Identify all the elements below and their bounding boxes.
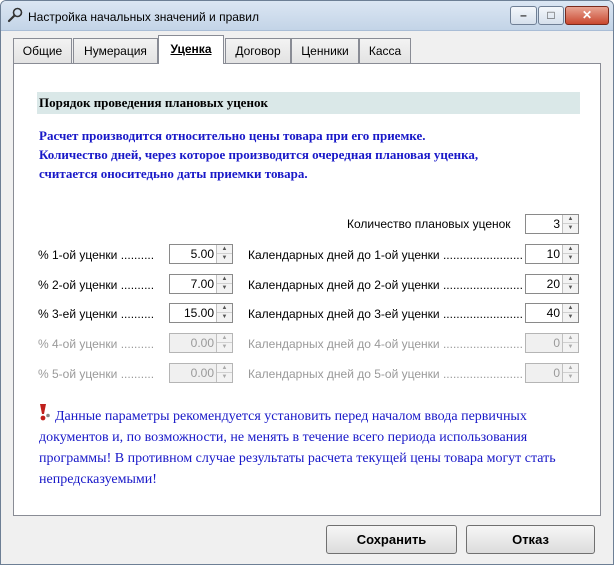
spin-up-icon: ▲ — [217, 364, 232, 373]
info-text: Расчет производится относительно цены то… — [39, 126, 584, 183]
markdown-2-percent-spinner[interactable]: 7.00 ▲ ▼ — [169, 274, 233, 294]
spin-up-icon[interactable]: ▲ — [563, 245, 578, 254]
spin-down-icon[interactable]: ▼ — [563, 254, 578, 263]
days-2-value: 20 — [546, 277, 560, 291]
days-5-label: Календарных дней до 5-ой уценки ........… — [248, 367, 523, 381]
tab-contract[interactable]: Договор — [225, 38, 291, 63]
spin-down-icon[interactable]: ▼ — [563, 313, 578, 322]
spin-up-icon: ▲ — [563, 334, 578, 343]
markdown-3-percent-spinner[interactable]: 15.00 ▲ ▼ — [169, 303, 233, 323]
markdown-2-percent-value: 7.00 — [190, 277, 214, 291]
markdown-1-percent-value: 5.00 — [190, 247, 214, 261]
days-1-spinner[interactable]: 10 ▲ ▼ — [525, 244, 579, 264]
count-spinner[interactable]: 3 ▲ ▼ — [525, 214, 579, 234]
markdown-1-label: % 1-ой уценки .......... — [38, 248, 155, 262]
tab-label: Договор — [235, 44, 281, 58]
days-4-label: Календарных дней до 4-ой уценки ........… — [248, 337, 523, 351]
days-4-spinner: 0 ▲ ▼ — [525, 333, 579, 353]
markdown-4-label: % 4-ой уценки .......... — [38, 337, 155, 351]
spin-down-icon[interactable]: ▼ — [217, 313, 232, 322]
spin-down-icon[interactable]: ▼ — [217, 254, 232, 263]
maximize-button[interactable]: □ — [538, 6, 564, 25]
tab-general[interactable]: Общие — [13, 38, 72, 63]
info-line: Расчет производится относительно цены то… — [39, 128, 426, 143]
spin-down-icon[interactable]: ▼ — [563, 224, 578, 233]
section-heading: Порядок проведения плановых уценок — [37, 92, 580, 114]
spin-down-icon[interactable]: ▼ — [563, 284, 578, 293]
spin-up-icon[interactable]: ▲ — [217, 275, 232, 284]
markdown-3-label: % 3-ей уценки .......... — [38, 307, 155, 321]
markdown-4-percent-value: 0.00 — [190, 336, 214, 350]
days-4-value: 0 — [553, 336, 560, 350]
tab-numbering[interactable]: Нумерация — [73, 38, 158, 63]
title-bar: Настройка начальных значений и правил – … — [1, 1, 613, 31]
spin-down-icon: ▼ — [221, 374, 228, 380]
markdown-2-label: % 2-ой уценки .......... — [38, 278, 155, 292]
tab-label: Касса — [368, 44, 402, 58]
spin-up-icon: ▲ — [563, 364, 578, 373]
markdown-4-percent-spinner: 0.00 ▲ ▼ — [169, 333, 233, 353]
tab-label: Общие — [22, 44, 63, 58]
spin-up-icon[interactable]: ▲ — [217, 304, 232, 313]
spin-up-icon[interactable]: ▲ — [563, 304, 578, 313]
close-icon: ✕ — [581, 8, 593, 22]
spin-down-icon: ▼ — [567, 344, 574, 350]
save-button[interactable]: Сохранить — [326, 525, 457, 554]
minimize-icon: – — [520, 8, 527, 22]
days-2-label: Календарных дней до 2-ой уценки ........… — [248, 278, 523, 292]
markdown-1-percent-spinner[interactable]: 5.00 ▲ ▼ — [169, 244, 233, 264]
count-value: 3 — [553, 217, 560, 231]
days-3-value: 40 — [546, 306, 560, 320]
tab-label: Уценка — [170, 42, 212, 56]
days-1-value: 10 — [546, 247, 560, 261]
spin-up-icon[interactable]: ▲ — [563, 275, 578, 284]
maximize-icon: □ — [547, 8, 555, 22]
spin-down-icon: ▼ — [221, 344, 228, 350]
markdown-5-label: % 5-ой уценки .......... — [38, 367, 155, 381]
wrench-icon — [7, 7, 23, 23]
cancel-button[interactable]: Отказ — [466, 525, 595, 554]
spin-down-icon: ▼ — [567, 374, 574, 380]
days-2-spinner[interactable]: 20 ▲ ▼ — [525, 274, 579, 294]
tab-label: Нумерация — [84, 44, 147, 58]
tab-price-tags[interactable]: Ценники — [291, 38, 359, 63]
count-label: Количество плановых уценок — [347, 217, 511, 231]
markdown-5-percent-spinner: 0.00 ▲ ▼ — [169, 363, 233, 383]
window-title: Настройка начальных значений и правил — [28, 10, 260, 24]
minimize-button[interactable]: – — [510, 6, 537, 25]
tab-markdown[interactable]: Уценка — [158, 35, 224, 64]
spin-down-icon[interactable]: ▼ — [217, 284, 232, 293]
info-line: Количество дней, через которое производи… — [39, 147, 479, 162]
spin-up-icon: ▲ — [217, 334, 232, 343]
days-3-label: Календарных дней до 3-ей уценки ........… — [248, 307, 523, 321]
settings-window: Настройка начальных значений и правил – … — [0, 0, 614, 565]
warning-text: Данные параметры рекомендуется установит… — [39, 409, 556, 487]
markdown-3-percent-value: 15.00 — [183, 306, 214, 320]
days-3-spinner[interactable]: 40 ▲ ▼ — [525, 303, 579, 323]
days-1-label: Календарных дней до 1-ой уценки ........… — [248, 248, 523, 262]
tab-label: Ценники — [301, 44, 349, 58]
spin-up-icon[interactable]: ▲ — [217, 245, 232, 254]
tab-cash[interactable]: Касса — [359, 38, 411, 63]
close-button[interactable]: ✕ — [565, 6, 609, 25]
markdown-5-percent-value: 0.00 — [190, 366, 214, 380]
days-5-spinner: 0 ▲ ▼ — [525, 363, 579, 383]
info-line: считается оноситедьно даты приемки товар… — [39, 166, 308, 181]
days-5-value: 0 — [553, 366, 560, 380]
spin-up-icon[interactable]: ▲ — [563, 215, 578, 224]
